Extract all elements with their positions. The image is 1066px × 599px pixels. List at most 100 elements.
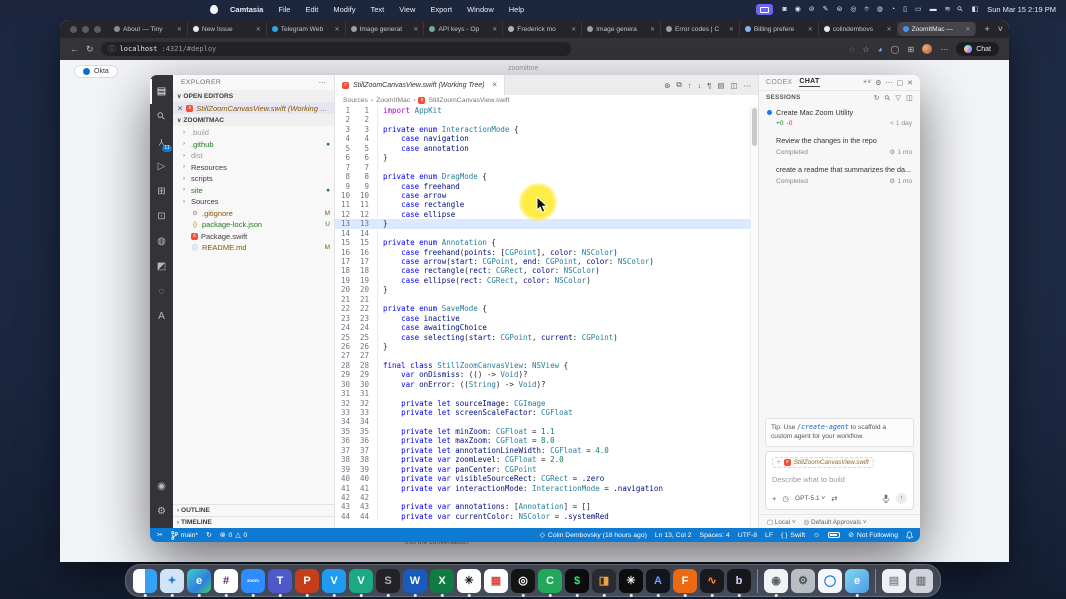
project-section[interactable]: ∨ ZOOMITMAC — [173, 114, 334, 126]
outline-section[interactable]: › OUTLINE — [173, 504, 334, 516]
session-item-3[interactable]: create a readme that summarizes the da..… — [759, 161, 920, 190]
tree-item--gitignore[interactable]: ⚙.gitignoreM — [173, 208, 334, 220]
more-menu-icon[interactable]: ⋯ — [940, 45, 948, 54]
expand-icon[interactable]: ▢ — [897, 79, 904, 87]
close-tab-icon[interactable]: ✕ — [965, 26, 970, 33]
menu-item-file[interactable]: File — [278, 5, 290, 14]
send-icon[interactable]: ↑ — [896, 493, 907, 504]
indentation[interactable]: Spaces: 4 — [700, 532, 730, 539]
menu-item-view[interactable]: View — [399, 5, 415, 14]
browser-tab[interactable]: Image generat✕ — [346, 22, 425, 36]
activity-azure-icon[interactable]: A — [150, 304, 173, 329]
dock-finder-icon[interactable] — [133, 569, 157, 593]
grid-icon[interactable]: ⊜ — [837, 6, 843, 13]
whitespace-icon[interactable]: ¶ — [707, 81, 711, 90]
menubar-clock[interactable]: Sun Mar 15 2:19 PM — [987, 5, 1056, 14]
tree-item-dist[interactable]: ›dist — [173, 150, 334, 162]
encoding[interactable]: UTF-8 — [738, 532, 757, 539]
open-editors-section[interactable]: ∨ OPEN EDITORS — [173, 90, 334, 102]
tree-item--github[interactable]: ›.github● — [173, 139, 334, 151]
tree-item-scripts[interactable]: ›scripts — [173, 173, 334, 185]
git-blame[interactable]: ◇ Colin Dembovsky (18 hours ago) — [540, 531, 647, 539]
timeline-section[interactable]: › TIMELINE — [173, 516, 334, 528]
dock-media-app-icon[interactable]: ◨ — [592, 569, 616, 593]
cursor-position[interactable]: Ln 13, Col 2 — [655, 532, 692, 539]
open-editor-item[interactable]: ✕ s StillZoomCanvasView.swift (Working T… — [173, 102, 334, 114]
remote-indicator[interactable]: ✂ — [157, 531, 163, 539]
compare-icon[interactable]: ⊛ — [664, 81, 670, 90]
browser-tab-active[interactable]: ZoomItMac —✕ — [898, 22, 977, 36]
more-actions-icon[interactable]: ⋯ — [744, 81, 752, 90]
new-tab-button[interactable]: + — [984, 24, 989, 34]
okta-chip[interactable]: Okta — [74, 65, 118, 78]
menu-item-edit[interactable]: Edit — [305, 5, 318, 14]
close-tab-icon[interactable]: ✕ — [256, 26, 261, 33]
breadcrumb-segment[interactable]: StillZoomCanvasView.swift — [428, 97, 509, 104]
breadcrumb-segment[interactable]: Sources — [343, 97, 368, 104]
activity-source-control-icon[interactable]: Y11 — [150, 129, 173, 154]
activity-remote-explorer-icon[interactable]: ⊡ — [150, 204, 173, 229]
close-tab-icon[interactable]: ✕ — [808, 26, 813, 33]
refresh-icon[interactable]: ↻ — [86, 44, 94, 55]
git-branch-indicator[interactable]: main* — [171, 531, 198, 540]
follow-mode[interactable]: ⊘ Not Following — [848, 531, 898, 539]
tree-item-site[interactable]: ›site● — [173, 185, 334, 197]
menu-item-export[interactable]: Export — [430, 5, 452, 14]
timer-icon[interactable]: ◔ — [891, 6, 895, 13]
dock-vscode-insiders-icon[interactable]: V — [349, 569, 373, 593]
breadcrumb-segment[interactable]: ZoomItMac — [376, 97, 410, 104]
dock-zoom-icon[interactable]: zoom — [241, 569, 265, 593]
prev-change-icon[interactable]: ↑ — [688, 81, 692, 90]
tree-item--build[interactable]: ›.build — [173, 127, 334, 139]
close-tab-icon[interactable]: ✕ — [729, 26, 734, 33]
menu-item-help[interactable]: Help — [509, 5, 524, 14]
collections-icon[interactable]: ⊞ — [908, 45, 915, 54]
prompt-input[interactable]: Describe what to build — [772, 475, 907, 484]
dock-excel-icon[interactable]: X — [430, 569, 454, 593]
dock-word-icon[interactable]: W — [403, 569, 427, 593]
battery-icon[interactable]: ▬ — [930, 6, 937, 13]
activity-extensions-icon[interactable]: ⊞ — [150, 179, 173, 204]
activity-copilot-icon[interactable]: ◩ — [150, 254, 173, 279]
tab-chat[interactable]: CHAT — [799, 78, 819, 87]
menu-item-modify[interactable]: Modify — [333, 5, 355, 14]
extension-b-icon[interactable]: ◯ — [891, 45, 900, 54]
control-center-icon[interactable]: ◧ — [972, 6, 979, 13]
session-item-2[interactable]: Review the changes in the repoCompleted⚙… — [759, 132, 920, 161]
sync-icon[interactable]: ↻ — [206, 531, 212, 539]
activity-github-icon[interactable]: ◍ — [150, 229, 173, 254]
dock-swoosh-app-icon[interactable]: ∿ — [700, 569, 724, 593]
back-icon[interactable]: ← — [70, 44, 79, 54]
problems-indicator[interactable]: ⊗ 0 △ 0 — [220, 531, 248, 539]
browser-tab[interactable]: Frederick mo✕ — [503, 22, 582, 36]
favorite-star-icon[interactable]: ☆ — [863, 45, 870, 54]
browser-tab[interactable]: Error codes | C✕ — [661, 22, 740, 36]
browser-tab[interactable]: colindembovs✕ — [819, 22, 898, 36]
dock-f-app-icon[interactable]: F — [673, 569, 697, 593]
mic-icon[interactable] — [882, 494, 890, 503]
wifi-icon[interactable]: ≋ — [945, 6, 951, 13]
environment-selector[interactable]: ▢ Local ˅ — [767, 518, 796, 526]
dock-chatgpt-icon[interactable]: ✳ — [457, 569, 481, 593]
minimize-window-icon[interactable] — [82, 26, 89, 33]
browser-tab[interactable]: Telegram Web✕ — [267, 22, 346, 36]
tree-item-package-lock-json[interactable]: {}package-lock.jsonU — [173, 219, 334, 231]
phone-icon[interactable]: ▯ — [903, 6, 907, 13]
apple-logo-icon[interactable] — [210, 5, 218, 14]
dock-compass-app-icon[interactable]: ✦ — [160, 569, 184, 593]
dock-obs-icon[interactable]: ◎ — [511, 569, 535, 593]
tv-icon[interactable]: ▭ — [915, 6, 922, 13]
reading-mode-icon[interactable]: ◌ — [850, 45, 855, 54]
next-change-icon[interactable]: ↓ — [698, 81, 702, 90]
extension-a-icon[interactable]: ◕ — [878, 45, 883, 54]
close-tab-icon[interactable]: ✕ — [335, 26, 340, 33]
tree-item-sources[interactable]: ›Sources — [173, 196, 334, 208]
attach-icon[interactable]: + — [772, 494, 776, 503]
prompt-input-card[interactable]: + s StillZoomCanvasView.swift Describe w… — [765, 451, 914, 510]
bell-icon[interactable] — [906, 531, 913, 540]
pen-icon[interactable]: ✎ — [823, 6, 829, 13]
close-tab-icon[interactable]: ✕ — [887, 26, 892, 33]
dock-dark-s-app-icon[interactable]: S — [376, 569, 400, 593]
close-tab-icon[interactable]: ✕ — [413, 26, 418, 33]
approvals-selector[interactable]: ◎ Default Approvals ˅ — [804, 518, 867, 526]
